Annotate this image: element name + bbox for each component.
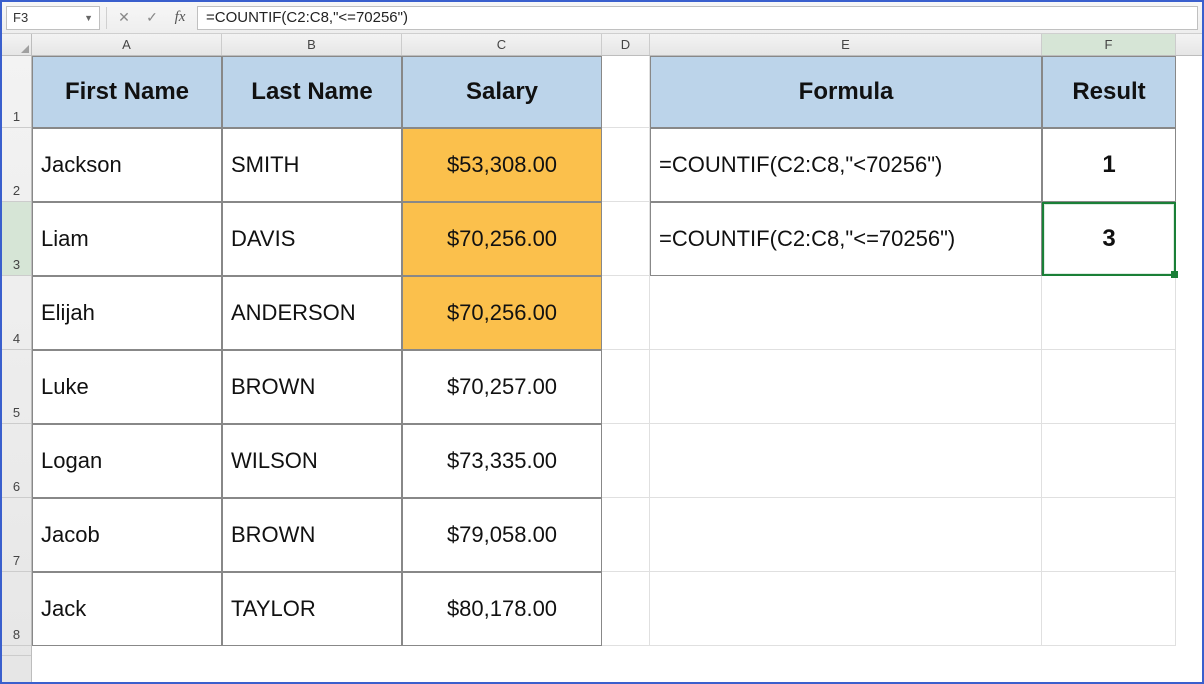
name-box-value: F3 <box>13 10 28 25</box>
cell-E2[interactable]: =COUNTIF(C2:C8,"<70256") <box>650 128 1042 202</box>
cell-A8[interactable]: Jack <box>32 572 222 646</box>
cell-F6[interactable] <box>1042 424 1176 498</box>
row-header-8[interactable]: 8 <box>2 572 31 646</box>
cell-F7[interactable] <box>1042 498 1176 572</box>
cell-D1[interactable] <box>602 56 650 128</box>
grid: 1 2 3 4 5 6 7 8 First Name Last Name Sal… <box>2 56 1202 682</box>
cell-D2[interactable] <box>602 128 650 202</box>
cell-A3[interactable]: Liam <box>32 202 222 276</box>
col-header-F[interactable]: F <box>1042 34 1176 55</box>
cell-B4[interactable]: ANDERSON <box>222 276 402 350</box>
row-header-7[interactable]: 7 <box>2 498 31 572</box>
row-header-1[interactable]: 1 <box>2 56 31 128</box>
header-result[interactable]: Result <box>1042 56 1176 128</box>
cell-D3[interactable] <box>602 202 650 276</box>
cancel-icon[interactable]: ✕ <box>113 7 135 29</box>
cell-E4[interactable] <box>650 276 1042 350</box>
cell-C5[interactable]: $70,257.00 <box>402 350 602 424</box>
formula-text: =COUNTIF(C2:C8,"<=70256") <box>206 9 408 26</box>
formula-input[interactable]: =COUNTIF(C2:C8,"<=70256") <box>197 6 1198 30</box>
col-header-E[interactable]: E <box>650 34 1042 55</box>
cell-F4[interactable] <box>1042 276 1176 350</box>
fx-icon[interactable]: fx <box>169 7 191 29</box>
cell-A4[interactable]: Elijah <box>32 276 222 350</box>
row-header-6[interactable]: 6 <box>2 424 31 498</box>
cell-B5[interactable]: BROWN <box>222 350 402 424</box>
col-header-C[interactable]: C <box>402 34 602 55</box>
cell-D4[interactable] <box>602 276 650 350</box>
cell-F3[interactable]: 3 <box>1042 202 1176 276</box>
col-header-B[interactable]: B <box>222 34 402 55</box>
cell-B7[interactable]: BROWN <box>222 498 402 572</box>
row-header-3[interactable]: 3 <box>2 202 31 276</box>
header-formula[interactable]: Formula <box>650 56 1042 128</box>
row-header-9[interactable] <box>2 646 31 656</box>
cell-A6[interactable]: Logan <box>32 424 222 498</box>
cell-A2[interactable]: Jackson <box>32 128 222 202</box>
cell-B8[interactable]: TAYLOR <box>222 572 402 646</box>
cell-E7[interactable] <box>650 498 1042 572</box>
col-header-D[interactable]: D <box>602 34 650 55</box>
cell-D7[interactable] <box>602 498 650 572</box>
cell-E6[interactable] <box>650 424 1042 498</box>
cell-F5[interactable] <box>1042 350 1176 424</box>
select-all-triangle[interactable] <box>2 34 32 55</box>
cell-C3[interactable]: $70,256.00 <box>402 202 602 276</box>
cell-B2[interactable]: SMITH <box>222 128 402 202</box>
name-box[interactable]: F3 ▼ <box>6 6 100 30</box>
cell-F2[interactable]: 1 <box>1042 128 1176 202</box>
row-header-2[interactable]: 2 <box>2 128 31 202</box>
cell-B6[interactable]: WILSON <box>222 424 402 498</box>
cell-D6[interactable] <box>602 424 650 498</box>
cell-C8[interactable]: $80,178.00 <box>402 572 602 646</box>
col-header-A[interactable]: A <box>32 34 222 55</box>
header-first-name[interactable]: First Name <box>32 56 222 128</box>
cell-C4[interactable]: $70,256.00 <box>402 276 602 350</box>
cell-B3[interactable]: DAVIS <box>222 202 402 276</box>
cell-A7[interactable]: Jacob <box>32 498 222 572</box>
cell-C6[interactable]: $73,335.00 <box>402 424 602 498</box>
cell-E3[interactable]: =COUNTIF(C2:C8,"<=70256") <box>650 202 1042 276</box>
cell-A5[interactable]: Luke <box>32 350 222 424</box>
separator <box>106 7 107 29</box>
header-last-name[interactable]: Last Name <box>222 56 402 128</box>
cell-D8[interactable] <box>602 572 650 646</box>
cell-E8[interactable] <box>650 572 1042 646</box>
cell-D5[interactable] <box>602 350 650 424</box>
cell-C7[interactable]: $79,058.00 <box>402 498 602 572</box>
cell-E5[interactable] <box>650 350 1042 424</box>
row-header-5[interactable]: 5 <box>2 350 31 424</box>
chevron-down-icon: ▼ <box>84 13 93 23</box>
confirm-icon[interactable]: ✓ <box>141 7 163 29</box>
cells-area[interactable]: First Name Last Name Salary Formula Resu… <box>32 56 1202 682</box>
formula-bar: F3 ▼ ✕ ✓ fx =COUNTIF(C2:C8,"<=70256") <box>2 2 1202 34</box>
row-headers: 1 2 3 4 5 6 7 8 <box>2 56 32 682</box>
row-header-4[interactable]: 4 <box>2 276 31 350</box>
cell-C2[interactable]: $53,308.00 <box>402 128 602 202</box>
header-salary[interactable]: Salary <box>402 56 602 128</box>
cell-F8[interactable] <box>1042 572 1176 646</box>
column-headers: A B C D E F <box>2 34 1202 56</box>
